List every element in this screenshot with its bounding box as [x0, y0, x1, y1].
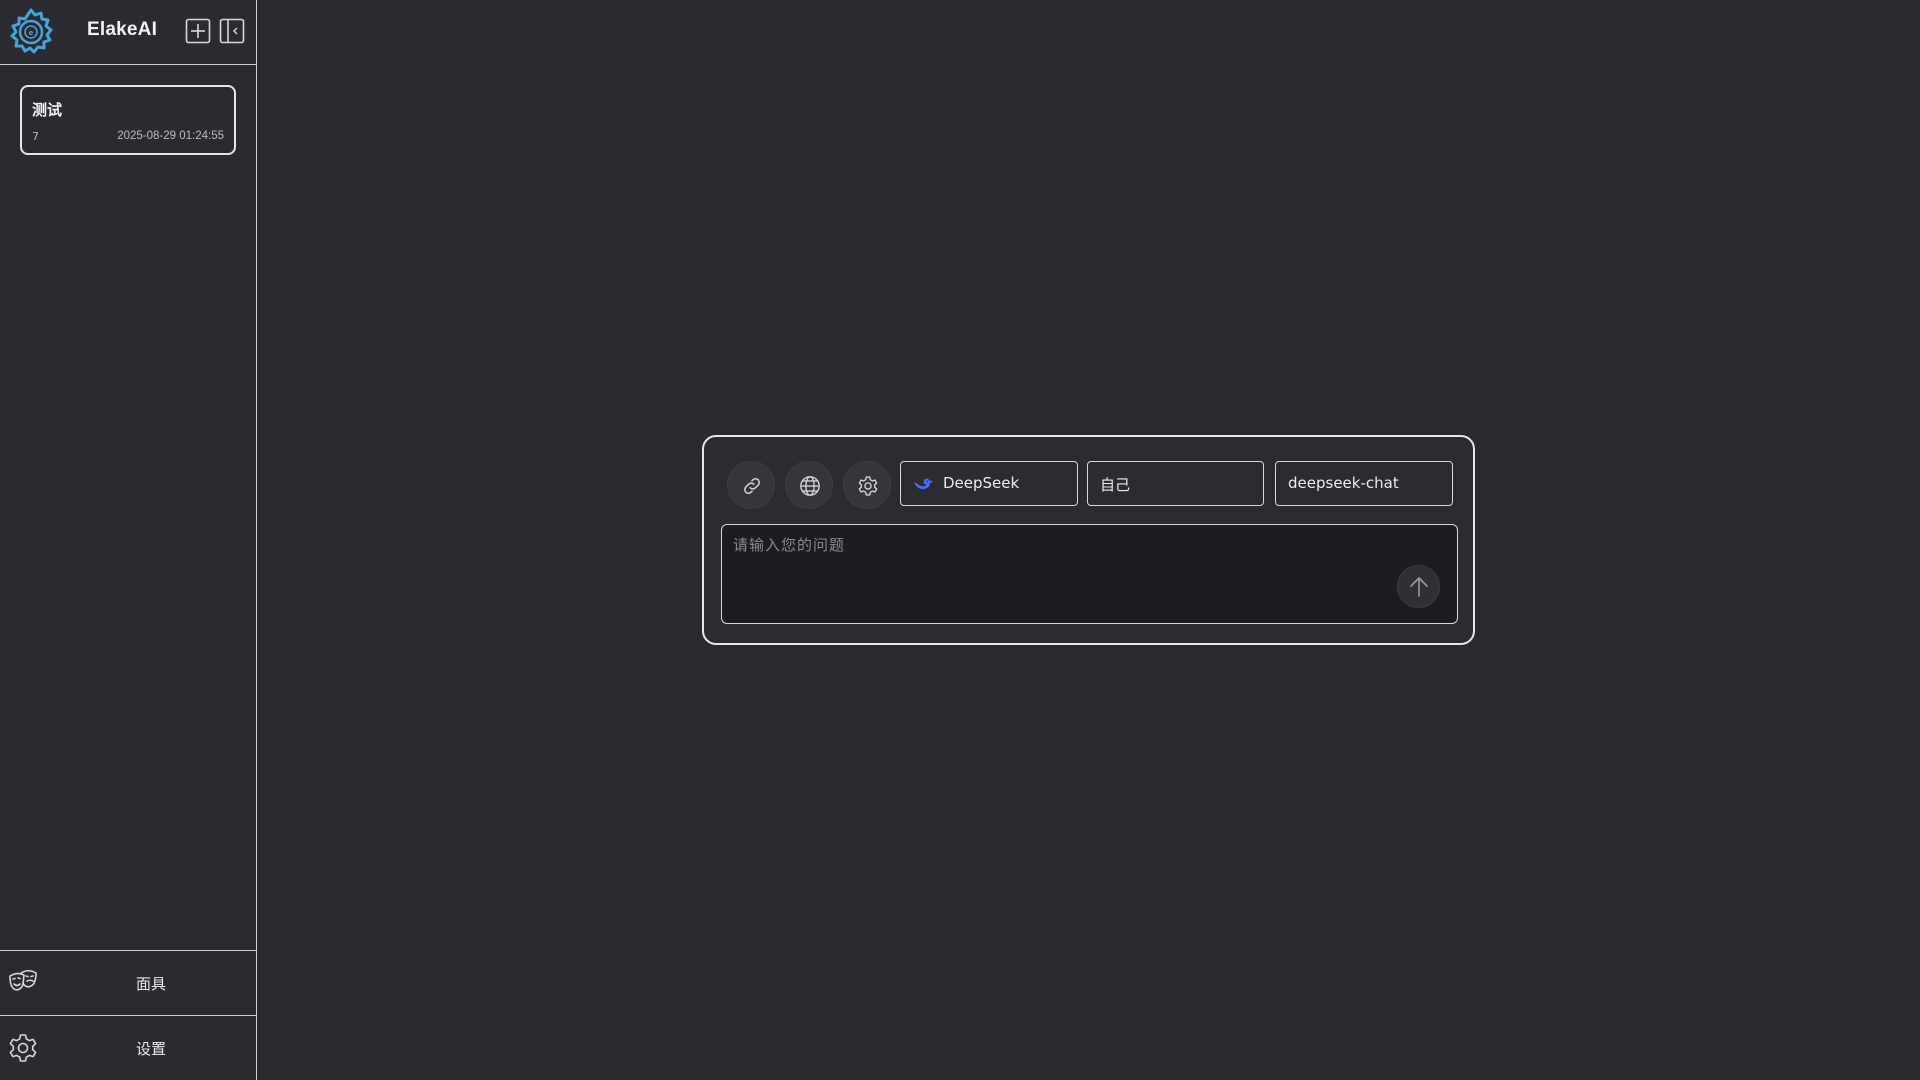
link-icon [744, 478, 760, 494]
send-button[interactable] [1397, 565, 1440, 608]
mask-menu-item[interactable]: 面具 [0, 950, 256, 1015]
config-button[interactable] [843, 461, 891, 509]
model-select[interactable]: deepseek-chat [1275, 461, 1453, 506]
settings-label: 设置 [136, 1040, 167, 1058]
app-logo-icon: e [10, 8, 53, 54]
role-value: 自己 [1100, 476, 1131, 494]
provider-select[interactable]: DeepSeek [900, 461, 1078, 506]
chat-timestamp: 2025-08-29 01:24:55 [117, 130, 224, 142]
chat-composer: DeepSeek 自己 deepseek-chat [702, 435, 1475, 645]
chat-list-item[interactable]: 测试 7 2025-08-29 01:24:55 [20, 85, 236, 155]
sidebar-header: e ElakeAI [0, 0, 256, 65]
app-title: ElakeAI [87, 19, 158, 40]
chat-message-count: 7 [32, 130, 39, 143]
globe-icon [800, 476, 820, 496]
svg-text:e: e [29, 29, 34, 37]
message-input-container [721, 524, 1458, 624]
message-input[interactable] [722, 525, 1457, 623]
attach-button[interactable] [727, 461, 775, 509]
role-select[interactable]: 自己 [1087, 461, 1264, 506]
settings-menu-item[interactable]: 设置 [0, 1015, 256, 1080]
sidebar: e ElakeAI 测试 7 2025-08-29 01:24:55 面具 设置 [0, 0, 257, 1080]
new-chat-button[interactable] [185, 18, 211, 44]
provider-value: DeepSeek [943, 474, 1020, 492]
gear-icon [858, 476, 878, 496]
arrow-up-icon [1410, 577, 1428, 597]
deepseek-logo-icon [914, 478, 933, 490]
web-search-button[interactable] [785, 461, 833, 509]
theater-mask-icon [9, 969, 37, 991]
model-value: deepseek-chat [1288, 474, 1399, 492]
collapse-sidebar-button[interactable] [219, 18, 245, 44]
gear-icon [9, 1034, 37, 1062]
chat-title: 测试 [32, 101, 63, 119]
mask-label: 面具 [136, 975, 167, 993]
